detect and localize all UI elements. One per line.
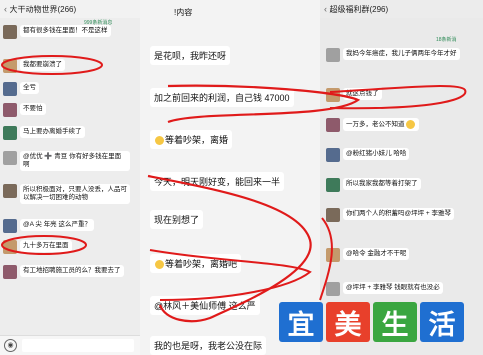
list-item: @粉红猪小妹儿 哈哈 bbox=[326, 148, 410, 162]
avatar[interactable] bbox=[3, 82, 17, 96]
message-bubble: 我妈今年癌症，我儿子俩两年今年才好 bbox=[343, 48, 460, 61]
avatar[interactable] bbox=[3, 103, 17, 117]
brand-watermark: 宜 美 生 活 bbox=[279, 302, 464, 342]
watermark-char: 活 bbox=[420, 302, 464, 342]
message-bubble: 全亏 bbox=[20, 82, 39, 95]
grin-emoji-icon bbox=[155, 260, 164, 270]
message-bubble: 九十多万在里面 bbox=[20, 240, 72, 253]
message-bubble: 有工地招聘施工员的么？我要去了 bbox=[20, 265, 124, 278]
voice-icon[interactable]: ◉ bbox=[4, 339, 17, 352]
message-bubble: 你们两个人的积蓄吗@坪坪 + 李雅琴 bbox=[343, 208, 455, 221]
avatar[interactable] bbox=[3, 184, 17, 198]
avatar[interactable] bbox=[3, 59, 17, 73]
message-text: 等着吵架，离婚 bbox=[165, 135, 229, 145]
grin-emoji-icon bbox=[405, 120, 415, 129]
right-chat-title: 超级福利群(296) bbox=[329, 5, 389, 14]
watermark-char: 美 bbox=[326, 302, 370, 342]
avatar[interactable] bbox=[326, 88, 340, 102]
message-bubble: 现在别想了 bbox=[150, 210, 204, 229]
watermark-char: 生 bbox=[373, 302, 417, 342]
message-input[interactable] bbox=[22, 339, 134, 352]
avatar[interactable] bbox=[326, 148, 340, 162]
message-bubble: @坪坪 + 李雅琴 钱眼就有也没必 bbox=[343, 282, 443, 295]
list-item: 马上要办离婚手续了 bbox=[3, 126, 85, 140]
right-chat-titlebar: ‹ 超级福利群(296) bbox=[320, 0, 483, 18]
message-bubble: 就这点钱了 bbox=[343, 88, 382, 101]
list-item: 一万多，老公不知道 bbox=[326, 118, 419, 132]
new-messages-note[interactable]: 18条新消 bbox=[436, 36, 457, 43]
avatar[interactable] bbox=[326, 178, 340, 192]
list-item: 九十多万在里面 bbox=[3, 240, 72, 254]
list-item: 不要怕 bbox=[3, 103, 46, 117]
message-text: 一万多，老公不知道 bbox=[346, 121, 405, 129]
list-item: @A 尖 年亮 这么严重？ bbox=[3, 219, 94, 233]
message-bubble: 我的也是呀，我老公没在际 bbox=[150, 336, 267, 355]
list-item: 全亏 bbox=[3, 82, 39, 96]
avatar[interactable] bbox=[326, 118, 340, 132]
list-item: 所以我家我都等着打架了 bbox=[326, 178, 421, 192]
message-bubble: 等着吵架，离婚 bbox=[150, 130, 233, 149]
avatar[interactable] bbox=[3, 240, 17, 254]
avatar[interactable] bbox=[3, 265, 17, 279]
watermark-char: 宜 bbox=[279, 302, 323, 342]
message-bubble: @哈令 金融才不干呢 bbox=[343, 248, 410, 261]
left-chat-titlebar: ‹ 大干动物世界(266) bbox=[0, 0, 140, 18]
list-item: 我妈今年癌症，我儿子俩两年今年才好 bbox=[326, 48, 460, 62]
list-item: @哈令 金融才不干呢 bbox=[326, 248, 410, 262]
avatar[interactable] bbox=[3, 219, 17, 233]
message-bubble: 加之前回来的利润，自己钱 47000 bbox=[150, 88, 294, 107]
message-bubble: 所以积极面对，只要人没丢，人品可以解决一切困难的动物 bbox=[20, 184, 130, 205]
message-bubble: 等着吵架，离婚吧 bbox=[150, 254, 242, 273]
left-chat-screenshot: ‹ 大干动物世界(266) 999条新消息 都有很多钱在里面！不是这样 我都要崩… bbox=[0, 0, 140, 355]
avatar[interactable] bbox=[326, 48, 340, 62]
list-item: 所以积极面对，只要人没丢，人品可以解决一切困难的动物 bbox=[3, 184, 130, 205]
message-bubble: @粉红猪小妹儿 哈哈 bbox=[343, 148, 410, 161]
message-bubble: 是花呗，我昨还呀 bbox=[150, 46, 231, 65]
list-item: @优优 ➕ 青豆 你有好多钱在里面啊 bbox=[3, 151, 130, 172]
list-item: 就这点钱了 bbox=[326, 88, 382, 102]
avatar[interactable] bbox=[326, 248, 340, 262]
list-item: 有工地招聘施工员的么？我要去了 bbox=[3, 265, 124, 279]
message-text: 等着吵架，离婚吧 bbox=[165, 259, 238, 269]
message-bubble: @林风＋美仙师傅 这么严 bbox=[150, 296, 260, 315]
avatar[interactable] bbox=[3, 151, 17, 165]
list-item: 我都要崩溃了 bbox=[3, 59, 65, 73]
avatar[interactable] bbox=[3, 25, 17, 39]
message-bubble: 所以我家我都等着打架了 bbox=[343, 178, 421, 191]
list-item: 都有很多钱在里面！不是这样 bbox=[3, 25, 111, 39]
input-bar: ◉ bbox=[0, 335, 140, 355]
message-bubble: 马上要办离婚手续了 bbox=[20, 126, 85, 139]
message-bubble: 一万多，老公不知道 bbox=[343, 118, 419, 132]
message-bubble: 都有很多钱在里面！不是这样 bbox=[20, 25, 111, 38]
page-title: !内容 bbox=[174, 8, 193, 17]
left-chat-title: 大干动物世界(266) bbox=[9, 5, 77, 14]
message-bubble: @A 尖 年亮 这么严重？ bbox=[20, 219, 94, 232]
message-bubble: 我都要崩溃了 bbox=[20, 59, 65, 72]
message-bubble: 今天，明天刚好变，能回来一半 bbox=[150, 172, 285, 191]
list-item: @坪坪 + 李雅琴 钱眼就有也没必 bbox=[326, 282, 443, 296]
message-bubble: @优优 ➕ 青豆 你有好多钱在里面啊 bbox=[20, 151, 130, 172]
message-bubble: 不要怕 bbox=[20, 103, 46, 116]
avatar[interactable] bbox=[3, 126, 17, 140]
avatar[interactable] bbox=[326, 282, 340, 296]
grin-emoji-icon bbox=[155, 136, 164, 146]
list-item: 你们两个人的积蓄吗@坪坪 + 李雅琴 bbox=[326, 208, 455, 222]
avatar[interactable] bbox=[326, 208, 340, 222]
